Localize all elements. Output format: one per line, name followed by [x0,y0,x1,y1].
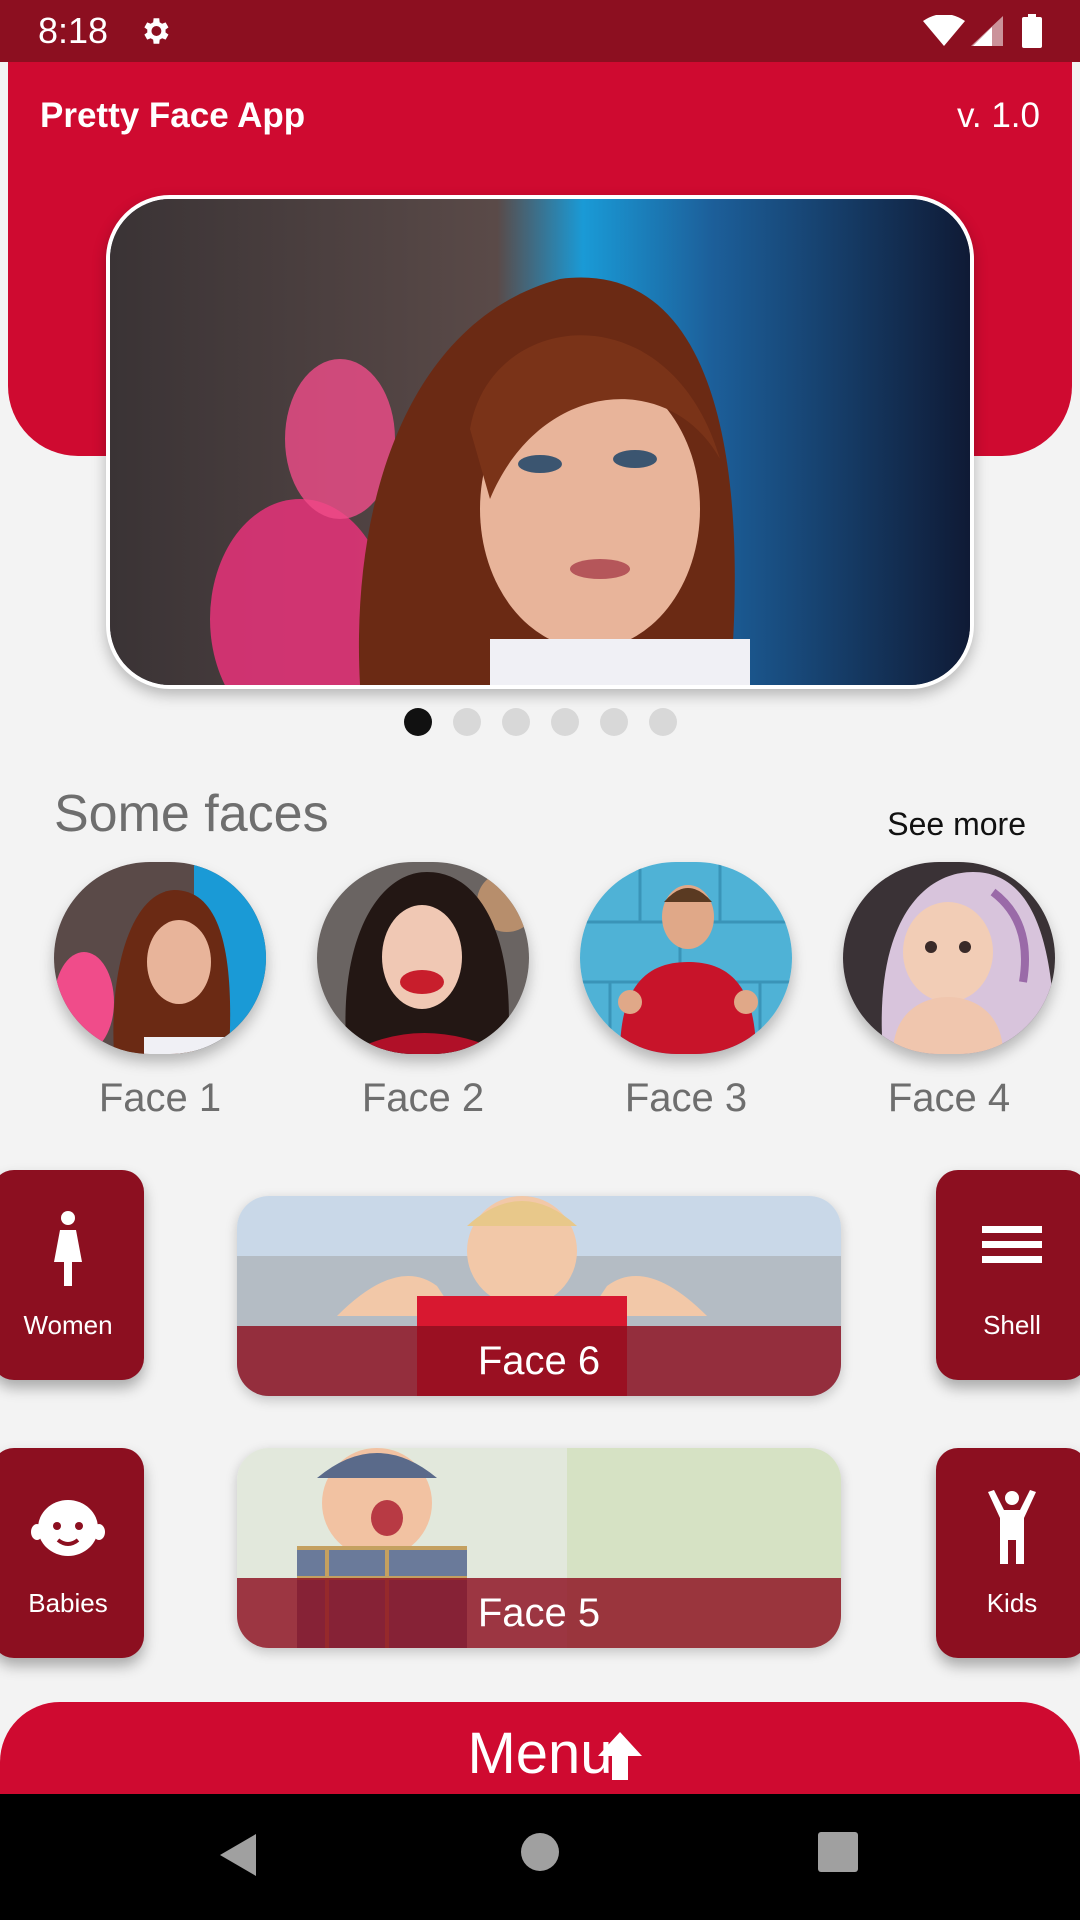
babies-category-button[interactable]: Babies [0,1448,144,1658]
carousel-pagination [0,708,1080,738]
app-version: v. 1.0 [956,96,1040,135]
page-dot[interactable] [452,708,481,736]
face-item[interactable]: Face 4 [843,862,1055,1122]
shell-category-button[interactable]: Shell [936,1170,1080,1380]
face-2-thumbnail [317,862,529,1054]
face-item[interactable]: Face 3 [580,862,792,1122]
face-label: Face 4 [887,1076,1011,1120]
wifi-icon [923,15,965,46]
card-caption: Face 5 [477,1591,601,1635]
baby-face-icon [31,1500,105,1556]
face-label: Face 2 [361,1076,485,1120]
status-time: 8:18 [38,10,109,51]
kids-label: Kids [986,1588,1038,1618]
woman-icon [54,1211,82,1286]
app-title: Pretty Face App [40,96,306,135]
arrow-up-icon [598,1732,642,1780]
section-title: Some faces [54,785,329,843]
face-4-thumbnail [843,862,1055,1054]
status-bar: 8:18 [0,0,1080,62]
hero-carousel-image[interactable] [106,195,974,689]
card-caption: Face 6 [477,1339,601,1383]
page-dot[interactable] [501,708,530,736]
women-label: Women [23,1310,113,1340]
menu-label: Menu [467,1721,613,1786]
home-icon[interactable] [520,1832,560,1872]
page-dot[interactable] [648,708,677,736]
face-6-card[interactable]: Face 6 [237,1196,841,1396]
face-3-thumbnail [580,862,792,1054]
face-label: Face 1 [98,1076,222,1120]
page-dot[interactable] [599,708,628,736]
page-dot[interactable] [403,708,432,736]
battery-icon [1022,14,1042,48]
women-category-button[interactable]: Women [0,1170,144,1380]
face-item[interactable]: Face 1 [54,862,266,1122]
child-icon [988,1490,1036,1564]
kids-category-button[interactable]: Kids [936,1448,1080,1658]
back-icon[interactable] [218,1832,258,1878]
system-navigation-bar [0,1794,1080,1920]
woman-portrait-image [110,199,970,685]
face-1-thumbnail [54,862,266,1054]
shell-label: Shell [983,1310,1041,1340]
settings-gear-icon [144,18,169,44]
face-5-card[interactable]: Face 5 [237,1448,841,1648]
recents-icon[interactable] [818,1832,858,1872]
page-dot[interactable] [550,708,579,736]
face-item[interactable]: Face 2 [317,862,529,1122]
hamburger-menu-icon [982,1226,1042,1263]
face-label: Face 3 [624,1076,748,1120]
signal-icon [971,16,1003,46]
faces-list: Face 1 Face 2 Face 3 Face 4 [0,862,1080,1132]
see-more-link[interactable]: See more [887,806,1026,843]
babies-label: Babies [28,1588,108,1618]
menu-button[interactable]: Menu [0,1702,1080,1794]
